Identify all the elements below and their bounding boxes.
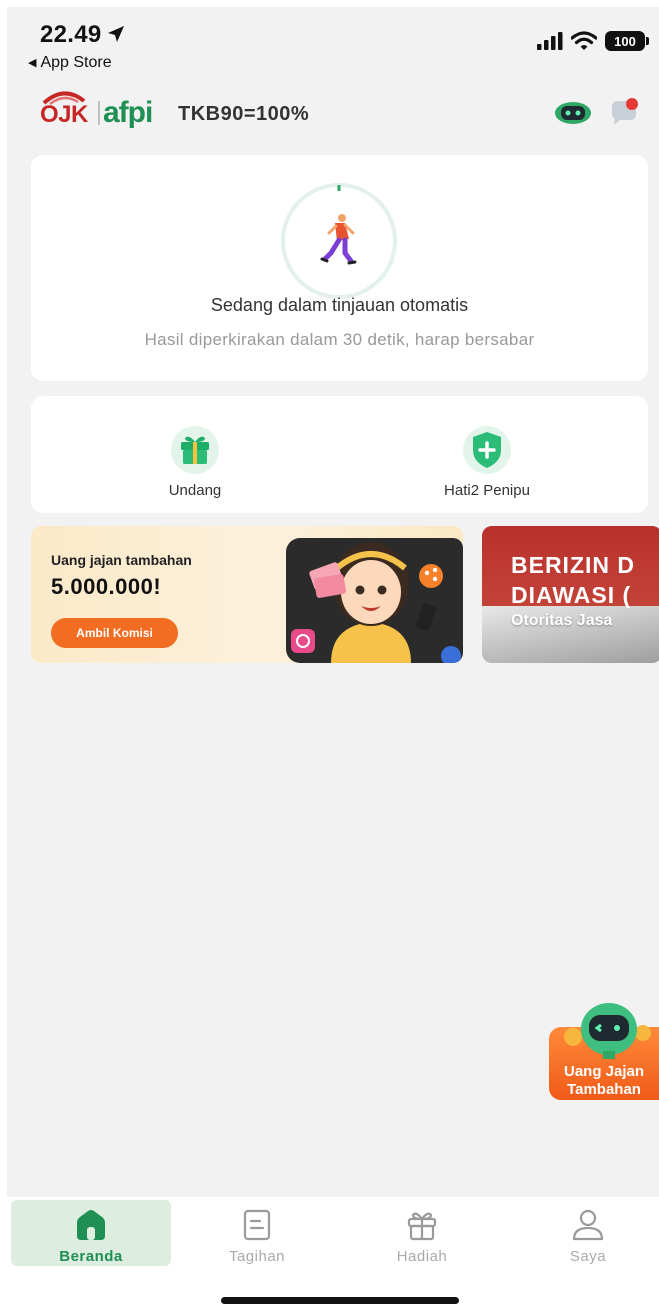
- shortcuts-card: Undang Hati2 Penipu: [31, 396, 648, 513]
- nav-label: Saya: [569, 1248, 607, 1265]
- wifi-icon: [571, 31, 597, 50]
- promo-amount: 5.000.000!: [51, 574, 162, 599]
- tkb-indicator: TKB90=100%: [178, 103, 310, 125]
- location-arrow-icon: [107, 26, 124, 42]
- battery-indicator: 100: [605, 31, 649, 51]
- shortcut-label: Hati2 Penipu: [444, 482, 530, 499]
- shield-plus-icon: [463, 426, 511, 474]
- message-notification-icon[interactable]: [608, 97, 640, 127]
- nav-saya[interactable]: Saya: [508, 1200, 659, 1266]
- app-screen: 22.49 ◀ App Store 100 OJK afpi TKB90=100%: [7, 7, 659, 1310]
- regulated-line3: Otoritas Jasa: [511, 612, 613, 629]
- app-header: OJK afpi TKB90=100%: [40, 87, 640, 131]
- nav-beranda[interactable]: Beranda: [11, 1200, 171, 1266]
- ojk-logo-text: OJK: [40, 101, 88, 128]
- regulated-line2: DIAWASI (: [511, 582, 632, 608]
- home-icon: [77, 1210, 105, 1240]
- back-to-app-store[interactable]: ◀ App Store: [28, 54, 112, 72]
- status-time: 22.49: [40, 21, 126, 49]
- cellular-signal-icon: [537, 32, 563, 50]
- review-status-title: Sedang dalam tinjauan otomatis: [210, 295, 469, 315]
- shortcut-label: Undang: [168, 482, 222, 499]
- gift-box-icon: [407, 1212, 437, 1241]
- nav-tagihan[interactable]: Tagihan: [177, 1200, 337, 1266]
- ambil-komisi-button[interactable]: Ambil Komisi: [51, 618, 178, 648]
- nav-label: Tagihan: [228, 1248, 286, 1265]
- back-app-label: App Store: [40, 54, 112, 71]
- review-progress-ring: [281, 183, 397, 299]
- shortcut-undang[interactable]: Undang: [41, 396, 349, 513]
- review-status-subtitle: Hasil diperkirakan dalam 30 detik, harap…: [144, 330, 535, 349]
- promo-girl-illustration: [291, 542, 461, 663]
- ojk-logo: OJK: [40, 87, 96, 128]
- back-triangle-icon: ◀: [28, 57, 37, 69]
- floating-promo-label: Uang Jajan Tambahan: [563, 1063, 645, 1098]
- banner-carousel[interactable]: Uang jajan tambahan 5.000.000! Ambil Kom…: [31, 526, 659, 663]
- bottom-navigation: Beranda Tagihan Hadiah Saya: [7, 1197, 659, 1310]
- floating-robot-icon: [564, 1003, 651, 1059]
- afpi-logo: afpi: [103, 96, 153, 129]
- floating-extra-allowance-button[interactable]: Uang Jajan Tambahan: [543, 997, 659, 1112]
- bill-icon: [243, 1209, 271, 1241]
- regulated-line1: BERIZIN D: [511, 552, 635, 578]
- logo-divider: [98, 101, 100, 125]
- shortcut-hati2-penipu[interactable]: Hati2 Penipu: [333, 396, 641, 513]
- nav-label: Beranda: [59, 1248, 123, 1265]
- robot-assistant-icon[interactable]: [554, 99, 592, 125]
- status-time-text: 22.49: [40, 21, 102, 48]
- home-indicator-bar[interactable]: [221, 1297, 459, 1304]
- promo-line1: Uang jajan tambahan: [51, 552, 192, 568]
- gift-icon: [171, 426, 219, 474]
- review-status-card: Sedang dalam tinjauan otomatis Hasil dip…: [31, 155, 648, 381]
- banner-regulated-ojk[interactable]: BERIZIN D DIAWASI ( Otoritas Jasa: [482, 526, 659, 663]
- user-icon: [572, 1209, 604, 1241]
- nav-label: Hadiah: [396, 1248, 448, 1265]
- banner-commission-promo[interactable]: Uang jajan tambahan 5.000.000! Ambil Kom…: [31, 526, 463, 663]
- status-indicators: 100: [537, 31, 649, 51]
- nav-hadiah[interactable]: Hadiah: [342, 1200, 502, 1266]
